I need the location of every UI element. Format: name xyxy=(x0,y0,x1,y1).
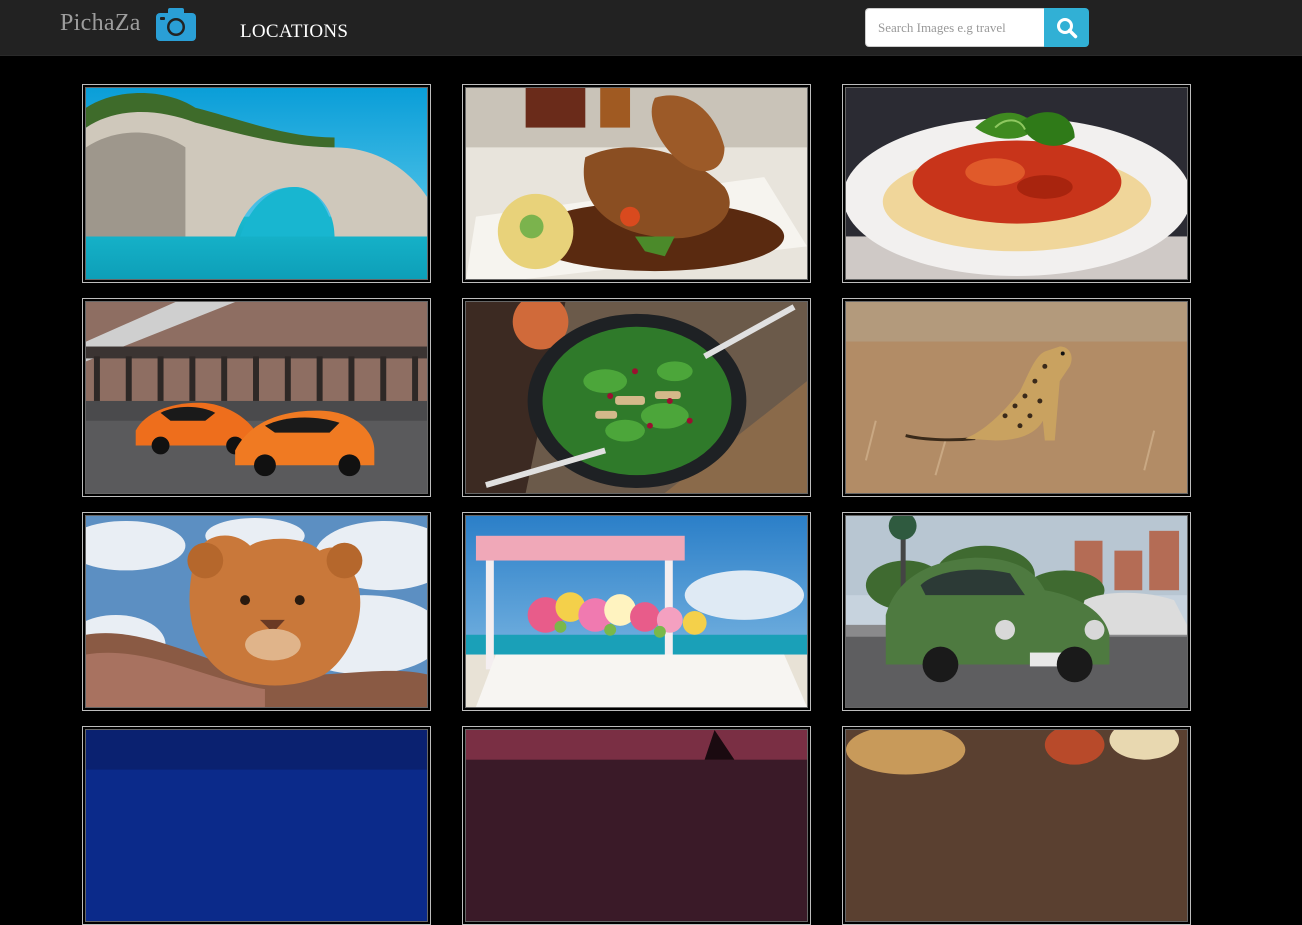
gallery-image-sea-arch[interactable] xyxy=(82,84,431,283)
search-icon xyxy=(1044,17,1089,39)
search-input[interactable] xyxy=(865,8,1045,47)
gallery-image-night-sky[interactable] xyxy=(82,726,431,925)
gallery-image-sunset-palms[interactable] xyxy=(462,726,811,925)
gallery-image-food-platter[interactable] xyxy=(842,726,1191,925)
gallery-image-lion-cub[interactable] xyxy=(82,512,431,711)
search-button[interactable] xyxy=(1044,8,1089,47)
gallery-image-cheetah[interactable] xyxy=(842,298,1191,497)
gallery-image-spinach-salad[interactable] xyxy=(462,298,811,497)
top-navbar: PichaZa LOCATIONS xyxy=(0,0,1302,56)
gallery-image-sports-cars[interactable] xyxy=(82,298,431,497)
gallery-image-roast-chicken[interactable] xyxy=(462,84,811,283)
gallery-image-vintage-car[interactable] xyxy=(842,512,1191,711)
nav-link-locations[interactable]: LOCATIONS xyxy=(240,21,348,43)
brand-name[interactable]: PichaZa xyxy=(60,10,141,37)
camera-icon[interactable] xyxy=(155,6,197,42)
gallery-image-beach-wedding[interactable] xyxy=(462,512,811,711)
gallery-image-spaghetti[interactable] xyxy=(842,84,1191,283)
